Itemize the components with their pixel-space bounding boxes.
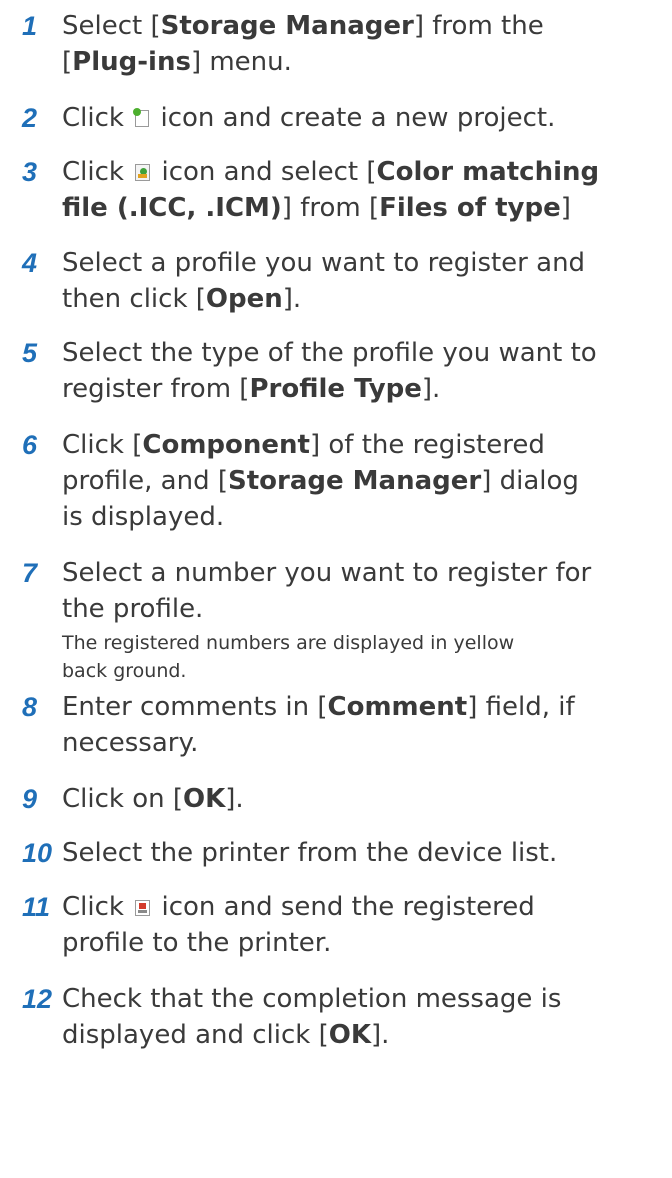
- ui-term: Storage Manager: [227, 466, 482, 496]
- step-text: Select a number you want to register for…: [62, 555, 668, 685]
- step-number: 11: [22, 892, 51, 922]
- ui-term: Profile Type: [249, 374, 422, 404]
- step-line: Select a profile you want to register an…: [62, 248, 586, 278]
- step-line: the profile.: [62, 594, 204, 624]
- step-number: 4: [22, 248, 38, 278]
- ui-term: Comment: [327, 692, 468, 722]
- step-line: Click icon and create a new project.: [62, 103, 556, 133]
- step-line: Select the printer from the device list.: [62, 838, 558, 868]
- ui-term: Storage Manager: [160, 11, 414, 41]
- ui-term: Color matching: [376, 157, 600, 187]
- ui-term: Files of type: [379, 193, 561, 223]
- ui-term: Open: [205, 284, 283, 314]
- step-line: Select the type of the profile you want …: [62, 338, 597, 368]
- step-text: Click on [OK].: [62, 781, 668, 817]
- step-text: Click icon and select [Color matching fil…: [62, 154, 668, 226]
- step-text: Enter comments in [Comment] field, if nec…: [62, 689, 668, 761]
- step-line: Click icon and send the registered: [62, 892, 535, 922]
- step-line: Click [Component] of the registered: [62, 430, 545, 460]
- step-line: Select a number you want to register for: [62, 558, 592, 588]
- step-note-line: back ground.: [62, 660, 187, 682]
- ui-term: OK: [328, 1020, 372, 1050]
- ui-term: file (.ICC, .ICM): [62, 193, 282, 223]
- step-number: 8: [22, 692, 38, 722]
- add-file-icon: [135, 164, 151, 181]
- step-line: file (.ICC, .ICM)] from [Files of type]: [62, 193, 571, 223]
- step-text: Select the printer from the device list.: [62, 835, 668, 871]
- step-text: Click icon and create a new project.: [62, 100, 668, 136]
- step-number: 7: [22, 558, 38, 588]
- step-line: register from [Profile Type].: [62, 374, 441, 404]
- step-number: 1: [22, 11, 38, 41]
- instruction-steps: 1 Select [Storage Manager] from the [Plug-…: [0, 0, 672, 1178]
- step-line: Select [Storage Manager] from the: [62, 11, 544, 41]
- step-text: Select [Storage Manager] from the [Plug-i…: [62, 8, 668, 80]
- step-number: 10: [22, 838, 53, 868]
- step-text: Check that the completion message is disp…: [62, 981, 668, 1053]
- step-line: profile, and [Storage Manager] dialog: [62, 466, 579, 496]
- step-line: Click icon and select [Color matching: [62, 157, 600, 187]
- step-text: Click icon and send the registered profil…: [62, 889, 668, 961]
- step-number: 5: [22, 338, 38, 368]
- step-line: Enter comments in [Comment] field, if: [62, 692, 575, 722]
- ui-term: Plug-ins: [72, 47, 191, 77]
- step-text: Click [Component] of the registered profi…: [62, 427, 668, 535]
- step-line: is displayed.: [62, 502, 225, 532]
- step-line: then click [Open].: [62, 284, 302, 314]
- step-number: 6: [22, 430, 38, 460]
- send-to-printer-icon: [135, 900, 151, 916]
- ui-term: OK: [183, 784, 226, 814]
- step-line: Check that the completion message is: [62, 984, 562, 1014]
- step-line: displayed and click [OK].: [62, 1020, 390, 1050]
- step-note: The registered numbers are displayed in …: [62, 629, 668, 685]
- step-note-line: The registered numbers are displayed in …: [62, 632, 515, 654]
- step-number: 12: [22, 984, 53, 1014]
- step-line: [Plug-ins] menu.: [62, 47, 292, 77]
- step-number: 9: [22, 784, 38, 814]
- step-text: Select a profile you want to register an…: [62, 245, 668, 317]
- step-line: Click on [OK].: [62, 784, 244, 814]
- step-number: 2: [22, 103, 38, 133]
- step-line: necessary.: [62, 728, 199, 758]
- step-number: 3: [22, 157, 38, 187]
- step-line: profile to the printer.: [62, 928, 332, 958]
- new-project-icon: [133, 108, 150, 127]
- ui-term: Component: [142, 430, 310, 460]
- step-text: Select the type of the profile you want …: [62, 335, 668, 407]
